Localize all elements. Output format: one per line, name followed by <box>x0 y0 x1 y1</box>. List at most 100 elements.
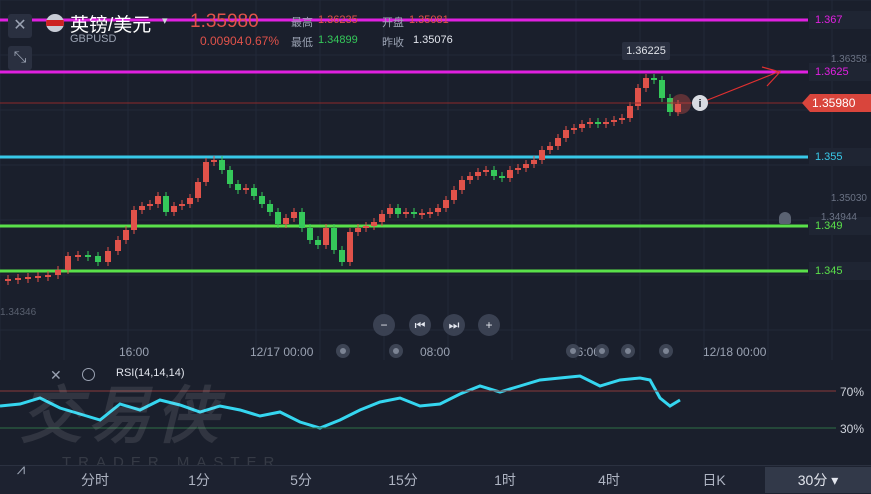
candle-body <box>45 275 51 277</box>
tab-timeframe[interactable]: 5分 <box>272 467 330 493</box>
candle-body <box>363 226 369 228</box>
level-tag-1345: 1.345 <box>809 262 871 280</box>
candle-body <box>55 270 61 275</box>
candle-body <box>283 218 289 224</box>
rsi-upper-label: 70% <box>840 385 865 399</box>
candle-body <box>651 78 657 80</box>
candle-body <box>499 176 505 178</box>
close-icon[interactable]: ✕ <box>8 14 32 38</box>
xaxis-label: 16:00 <box>119 345 150 359</box>
candle-body <box>5 279 11 281</box>
rsi-lower-label: 30% <box>840 422 865 436</box>
candle-body <box>611 120 617 122</box>
candle-body <box>105 251 111 262</box>
indicator-icon[interactable]: ⩘ <box>8 461 34 483</box>
candle-body <box>483 170 489 172</box>
candle-body <box>95 256 101 262</box>
high-label: 最高 <box>291 17 313 29</box>
high-tooltip: 1.36225 <box>622 42 670 60</box>
candle-body <box>395 208 401 214</box>
candle-body <box>435 208 441 212</box>
event-marker[interactable] <box>566 344 580 358</box>
candle-body <box>451 190 457 200</box>
event-marker[interactable] <box>659 344 673 358</box>
trend-arrow-head <box>761 66 782 87</box>
candle-body <box>259 196 265 204</box>
candle-body <box>235 184 241 190</box>
candle-body <box>579 124 585 128</box>
event-marker[interactable] <box>595 344 609 358</box>
candle-body <box>307 228 313 240</box>
prev-button[interactable]: ⏮ <box>409 314 431 336</box>
candle-body <box>459 180 465 190</box>
candle-body <box>195 182 201 198</box>
tab-timeframe[interactable]: 1分 <box>170 467 228 493</box>
chevron-down-icon[interactable]: ▾ <box>162 14 168 27</box>
close-icon[interactable]: ✕ <box>50 367 62 384</box>
axis-tick-left: 1.34346 <box>0 307 37 318</box>
tab-timeframe[interactable]: 15分 <box>374 467 432 493</box>
candle-body <box>411 212 417 214</box>
candlestick-series <box>5 74 681 285</box>
candle-body <box>523 164 529 168</box>
settings-icon[interactable] <box>82 368 95 381</box>
candle-body <box>131 210 137 230</box>
collapse-icon[interactable]: ⤡ <box>8 46 32 70</box>
level-tag-1367: 1.367 <box>809 11 871 29</box>
current-price: 1.35980 <box>190 11 259 32</box>
candle-body <box>115 240 121 251</box>
current-price-tag: 1.35980 <box>802 94 871 112</box>
candle-body <box>147 204 153 206</box>
price-change-pct: 0.67% <box>245 34 280 48</box>
selected-timeframe-label: 30分 <box>797 472 828 488</box>
candle-body <box>315 240 321 245</box>
zoom-out-button[interactable]: − <box>373 314 395 336</box>
candle-body <box>323 228 329 245</box>
event-marker[interactable] <box>336 344 350 358</box>
candle-body <box>85 255 91 257</box>
candle-body <box>627 106 633 118</box>
bell-icon[interactable] <box>779 212 791 224</box>
candle-body <box>347 232 353 262</box>
candle-body <box>371 222 377 226</box>
axis-tick-lower: 1.34944 <box>820 212 857 223</box>
candle-body <box>587 122 593 124</box>
tab-timeframe[interactable]: 4时 <box>580 467 638 493</box>
candle-body <box>275 212 281 224</box>
level-tag-13625: 1.3625 <box>809 63 871 81</box>
candle-body <box>387 208 393 214</box>
xaxis-label: 08:00 <box>420 345 451 359</box>
candle-body <box>123 230 129 240</box>
candle-body <box>65 256 71 270</box>
axis-tick-upper: 1.36358 <box>830 54 867 65</box>
candle-body <box>379 214 385 222</box>
candle-body <box>491 170 497 176</box>
candle-body <box>427 212 433 214</box>
zoom-in-button[interactable]: + <box>478 314 500 336</box>
candle-body <box>155 196 161 204</box>
tab-timeframe[interactable]: 分时 <box>66 467 124 493</box>
level-tag-1355: 1.355 <box>809 148 871 166</box>
next-button[interactable]: ⏭ <box>443 314 465 336</box>
rsi-label: RSI(14,14,14) <box>116 367 185 379</box>
event-marker[interactable] <box>621 344 635 358</box>
event-marker[interactable] <box>389 344 403 358</box>
candle-body <box>659 80 665 98</box>
candle-body <box>595 122 601 124</box>
candle-body <box>515 168 521 170</box>
candle-body <box>227 170 233 184</box>
candle-body <box>211 160 217 162</box>
tab-timeframe[interactable]: 日K <box>685 467 743 493</box>
candle-body <box>619 118 625 120</box>
candle-body <box>251 188 257 196</box>
candle-body <box>163 196 169 212</box>
candle-body <box>643 78 649 88</box>
tab-timeframe-selected[interactable]: 30分 ▾ <box>765 467 871 493</box>
candle-body <box>25 277 31 279</box>
prev-close-value: 1.35076 <box>413 34 453 46</box>
candle-body <box>291 212 297 218</box>
candle-body <box>339 250 345 262</box>
candle-body <box>267 204 273 212</box>
axis-tick-mid: 1.35030 <box>830 193 867 204</box>
tab-timeframe[interactable]: 1时 <box>476 467 534 493</box>
